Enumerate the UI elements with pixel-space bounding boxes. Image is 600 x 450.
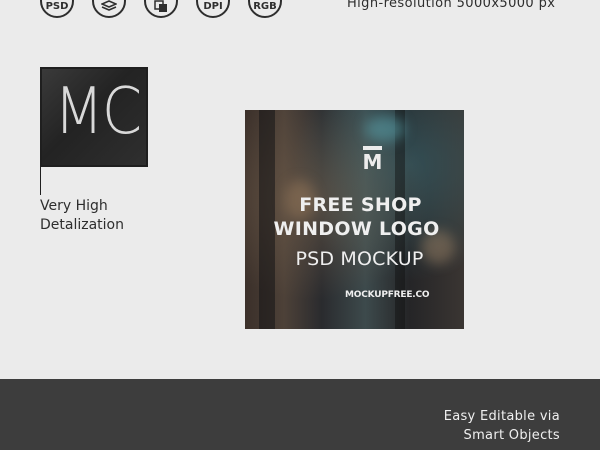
- mockup-logo-mark: M: [245, 146, 464, 173]
- footer-band: Easy Editable via Smart Objects: [0, 379, 600, 450]
- background-light: [365, 116, 405, 142]
- dpi-icon: DPI: [196, 0, 230, 18]
- mockup-preview-image: M FREE SHOP WINDOW LOGO PSD MOCKUP MOCKU…: [245, 110, 464, 329]
- rgb-badge-label: RGB: [253, 0, 277, 12]
- resolution-text: High-resolution 5000x5000 px: [347, 0, 556, 11]
- smart-object-glyph: [154, 0, 167, 12]
- psd-badge-label: PSD: [45, 0, 69, 12]
- layers-icon: [92, 0, 126, 18]
- zoom-callout-line: [40, 163, 41, 195]
- zoom-detail-box: MC: [40, 67, 148, 167]
- detail-label: Very High Detalization: [40, 198, 124, 233]
- psd-icon: PSD: [40, 0, 74, 18]
- mockup-line-1: FREE SHOP: [299, 194, 422, 216]
- layers-glyph: [101, 0, 117, 11]
- m-logo-icon: M: [362, 146, 383, 172]
- smart-object-icon: [144, 0, 178, 18]
- mockup-brand-text: MOCKUPFREE.CO: [345, 290, 430, 300]
- mockup-line-3: PSD MOCKUP: [295, 248, 424, 270]
- dpi-badge-label: DPI: [203, 0, 223, 12]
- zoom-detail-text: MC: [54, 75, 142, 149]
- mockup-line-2: WINDOW LOGO: [273, 218, 440, 240]
- feature-icon-row: PSD DPI RGB: [40, 0, 282, 18]
- rgb-icon: RGB: [248, 0, 282, 18]
- footer-text: Easy Editable via Smart Objects: [443, 409, 560, 443]
